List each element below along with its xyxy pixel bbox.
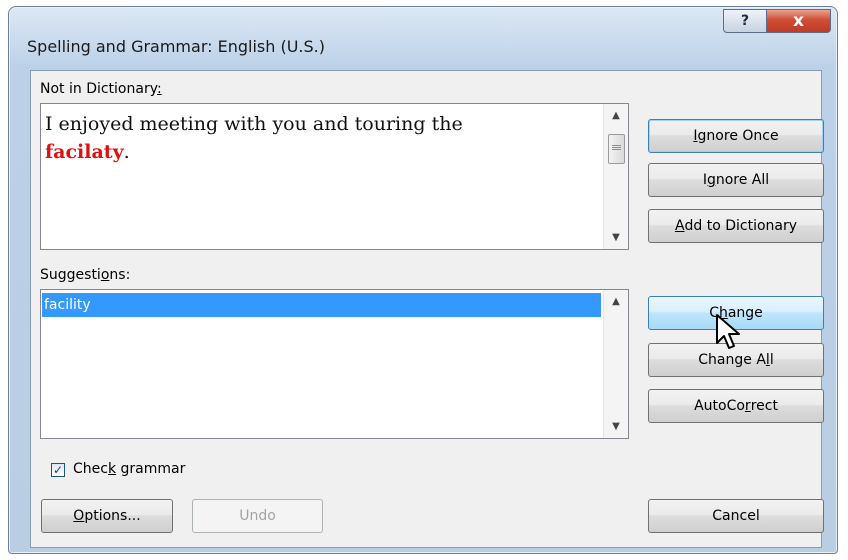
dialog-body: Not in Dictionary: I enjoyed meeting wit… xyxy=(30,70,824,548)
cancel-button[interactable]: Cancel xyxy=(648,499,824,533)
suggestions-list[interactable]: facility ▲ ▼ xyxy=(40,289,629,439)
close-icon: x xyxy=(793,11,804,31)
check-grammar-label[interactable]: Check grammar xyxy=(73,461,185,477)
window-controls: ? x xyxy=(723,9,831,33)
sentence-text[interactable]: I enjoyed meeting with you and touring t… xyxy=(45,110,598,166)
suggestions-label: Suggestions: xyxy=(40,267,131,283)
suggestions-scrollbar[interactable]: ▲ ▼ xyxy=(603,290,628,438)
not-in-dictionary-textbox[interactable]: I enjoyed meeting with you and touring t… xyxy=(40,103,629,250)
mouse-cursor-icon xyxy=(716,314,740,349)
scroll-down-arrow-icon[interactable]: ▼ xyxy=(604,421,628,432)
suggestion-item-selected[interactable]: facility xyxy=(42,293,601,317)
ignore-all-button[interactable]: Ig nore All xyxy=(648,163,824,197)
ignore-once-button[interactable]: Ignore Once xyxy=(648,119,824,153)
scroll-up-arrow-icon[interactable]: ▲ xyxy=(604,296,628,307)
add-to-dictionary-button[interactable]: Add to Dictionary xyxy=(648,209,824,243)
close-button[interactable]: x xyxy=(767,9,831,33)
undo-button[interactable]: Undo xyxy=(192,499,323,533)
not-in-dictionary-label: Not in Dictionary: xyxy=(40,81,162,97)
textbox-scrollbar[interactable]: ▲ ▼ xyxy=(603,104,628,249)
scroll-down-arrow-icon[interactable]: ▼ xyxy=(604,232,628,243)
scroll-up-arrow-icon[interactable]: ▲ xyxy=(604,110,628,121)
misspelled-word[interactable]: facilaty xyxy=(45,141,124,163)
options-button[interactable]: Options... xyxy=(41,499,173,533)
spelling-grammar-dialog: Spelling and Grammar: English (U.S.) ? x… xyxy=(8,6,838,554)
window-title: Spelling and Grammar: English (U.S.) xyxy=(27,37,325,56)
checkbox-check-icon: ✓ xyxy=(52,463,64,477)
check-grammar-checkbox[interactable]: ✓ xyxy=(51,463,65,477)
help-button[interactable]: ? xyxy=(723,9,767,33)
scroll-thumb[interactable] xyxy=(608,134,625,164)
autocorrect-button[interactable]: AutoCo r rect xyxy=(648,389,824,423)
help-icon: ? xyxy=(740,13,750,29)
